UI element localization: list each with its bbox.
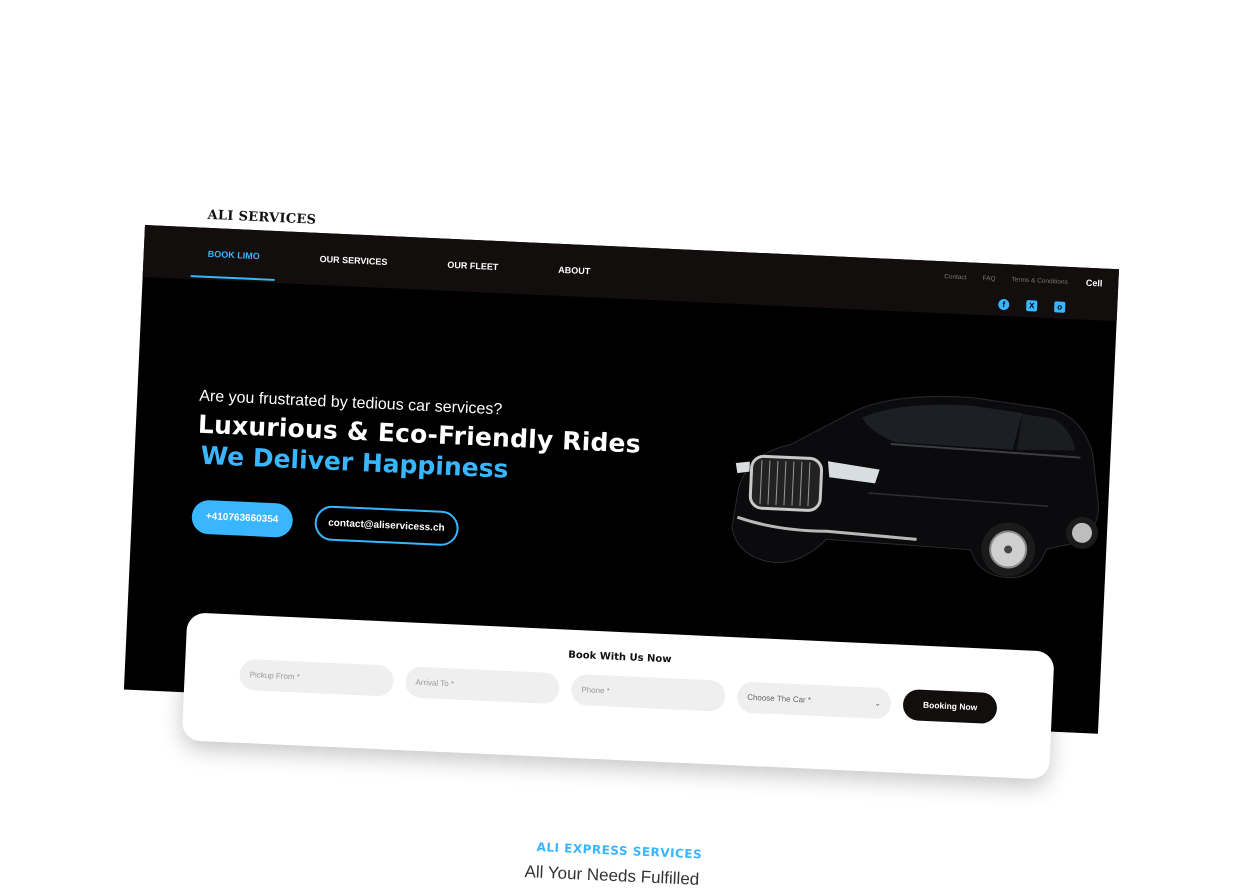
- top-links: Contact FAQ Terms & Conditions Cell: [928, 261, 1103, 299]
- email-button[interactable]: contact@aliservicess.ch: [313, 505, 460, 547]
- faq-link[interactable]: FAQ: [982, 275, 995, 283]
- section-heading: All Your Needs Fulfilled: [524, 862, 700, 889]
- chevron-down-icon: ⌄: [874, 698, 882, 708]
- terms-link[interactable]: Terms & Conditions: [1011, 276, 1068, 286]
- phone-input[interactable]: [570, 673, 726, 712]
- cell-label[interactable]: Cell: [1086, 278, 1103, 289]
- main-nav: BOOK LIMO OUR SERVICES OUR FLEET ABOUT: [191, 227, 636, 299]
- contact-link[interactable]: Contact: [944, 273, 967, 281]
- nav-our-fleet[interactable]: OUR FLEET: [430, 238, 515, 294]
- brand-logo[interactable]: ALI SERVICES: [207, 208, 316, 228]
- hero-text: Are you frustrated by tedious car servic…: [196, 388, 642, 490]
- x-icon[interactable]: X: [1026, 300, 1038, 312]
- instagram-icon[interactable]: o: [1053, 301, 1066, 313]
- booking-submit-button[interactable]: Booking Now: [902, 688, 998, 725]
- luxury-car-image: [731, 396, 1099, 579]
- nav-book-limo[interactable]: BOOK LIMO: [191, 227, 277, 283]
- top-navbar: BOOK LIMO OUR SERVICES OUR FLEET ABOUT C…: [142, 225, 1119, 322]
- pickup-input[interactable]: [239, 658, 395, 697]
- facebook-icon[interactable]: f: [998, 298, 1010, 311]
- hero-cta-row: +410763660354 contact@aliservicess.ch: [191, 499, 460, 547]
- nav-our-services[interactable]: OUR SERVICES: [302, 232, 404, 288]
- car-select[interactable]: Choose The Car * ⌄: [736, 681, 892, 720]
- arrival-input[interactable]: [404, 666, 561, 705]
- section-tag: ALI EXPRESS SERVICES: [536, 840, 703, 862]
- site-mockup: ALI SERVICES BOOK LIMO OUR SERVICES OUR …: [120, 208, 1119, 829]
- nav-about[interactable]: ABOUT: [541, 243, 607, 298]
- mockup-stage: ALI SERVICES BOOK LIMO OUR SERVICES OUR …: [0, 0, 1258, 889]
- car-select-label: Choose The Car *: [746, 692, 812, 705]
- phone-button[interactable]: +410763660354: [191, 499, 294, 538]
